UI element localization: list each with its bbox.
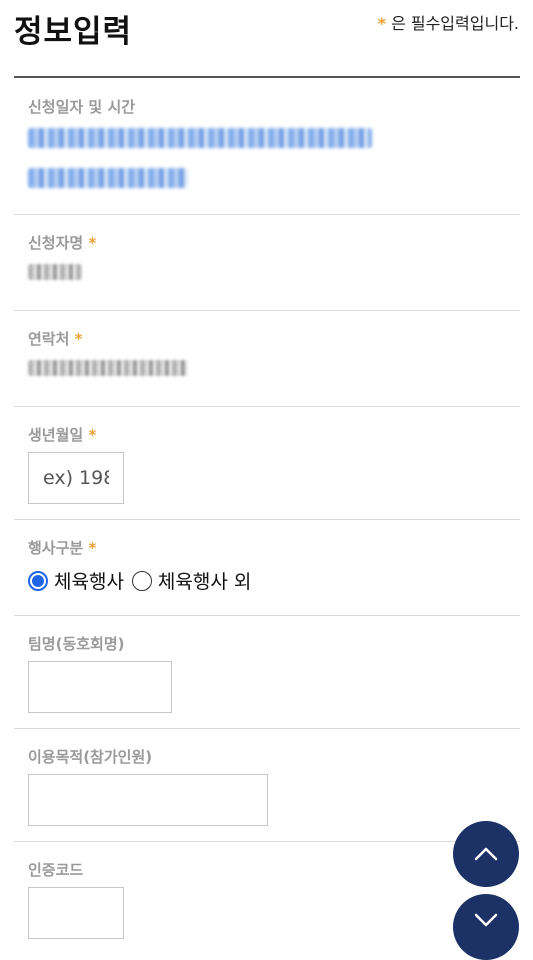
required-note: * 은 필수입력입니다. [378,10,519,34]
field-team: 팀명(동호회명) [14,615,520,729]
chevron-down-icon [474,913,498,927]
event-type-radio-group: 체육행사 체육행사 외 [28,567,259,594]
redacted-value [28,168,188,188]
auth-code-input[interactable] [29,888,123,938]
radio-label-sports-event[interactable]: 체육행사 [54,567,124,594]
chevron-up-icon [474,847,498,861]
radio-non-sports-event[interactable] [131,570,152,591]
radio-sports-event[interactable] [28,570,48,591]
required-note-text: 은 필수입력입니다. [391,14,519,33]
field-label: 생년월일 * [28,426,97,444]
field-apply-datetime: 신청일자 및 시간 [14,78,520,215]
redacted-value [28,264,82,280]
field-label: 신청일자 및 시간 [28,98,136,116]
field-label: 연락처 * [28,330,83,348]
field-label: 행사구분 * [28,539,97,557]
purpose-input[interactable] [29,775,267,825]
redacted-value [28,128,372,148]
scroll-down-button[interactable] [453,894,519,960]
field-label: 이용목적(참가인원) [28,748,153,766]
required-star: * [377,14,386,33]
field-event-type: 행사구분 * 체육행사 체육행사 외 [14,519,520,616]
page-title: 정보입력 [14,14,133,50]
team-input[interactable] [29,662,171,712]
field-auth-code: 인증코드 [14,841,520,946]
auth-code-input-box[interactable] [28,887,124,939]
birth-input-box[interactable] [28,452,124,504]
field-label: 팀명(동호회명) [28,635,125,653]
field-applicant: 신청자명 * [14,214,520,311]
header: 정보입력 * 은 필수입력입니다. [0,0,533,78]
field-purpose: 이용목적(참가인원) [14,728,520,842]
field-birth: 생년월일 * [14,406,520,520]
redacted-value [28,360,188,376]
birth-input[interactable] [29,453,123,503]
field-label: 인증코드 [28,861,84,879]
purpose-input-box[interactable] [28,774,268,826]
field-label: 신청자명 * [28,234,97,252]
radio-label-non-sports-event[interactable]: 체육행사 외 [158,567,251,594]
team-input-box[interactable] [28,661,172,713]
scroll-up-button[interactable] [453,821,519,887]
field-contact: 연락처 * [14,310,520,407]
